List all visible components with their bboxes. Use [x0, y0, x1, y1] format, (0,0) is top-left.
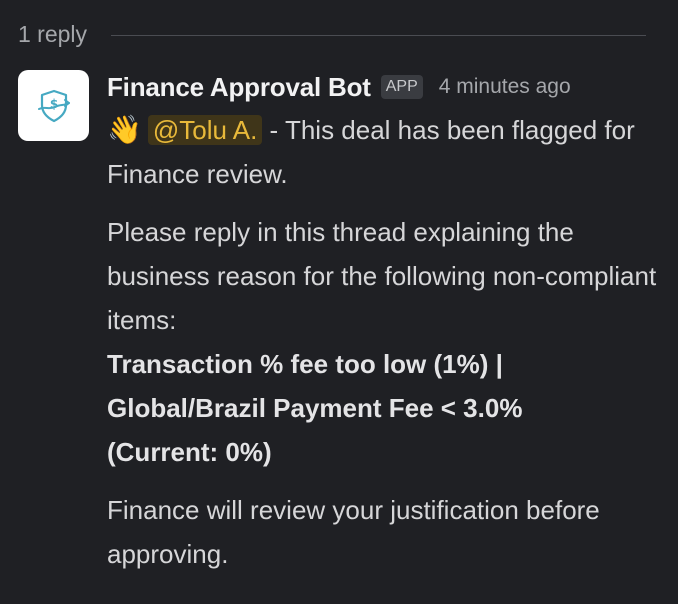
- user-mention[interactable]: @Tolu A.: [147, 115, 263, 145]
- issue-line: (Current: 0%): [107, 437, 272, 467]
- intro-paragraph: 👋 @Tolu A. - This deal has been flagged f…: [107, 108, 659, 196]
- reply-count[interactable]: 1 reply: [18, 21, 87, 48]
- finance-shield-icon: $: [37, 89, 70, 122]
- svg-text:$: $: [49, 97, 57, 111]
- sender-name[interactable]: Finance Approval Bot: [107, 72, 371, 103]
- message-timestamp[interactable]: 4 minutes ago: [439, 75, 571, 99]
- message-header: Finance Approval Bot APP 4 minutes ago: [107, 70, 659, 104]
- divider-line: [111, 34, 646, 36]
- thread-reply-divider: 1 reply: [18, 18, 646, 50]
- closing-paragraph: Finance will review your justification b…: [107, 495, 600, 569]
- request-paragraph: Please reply in this thread explaining t…: [107, 217, 657, 335]
- app-badge: APP: [380, 75, 423, 99]
- bot-avatar[interactable]: $: [18, 70, 89, 141]
- message-content: Finance Approval Bot APP 4 minutes ago 👋…: [107, 70, 659, 576]
- issue-line: Transaction % fee too low (1%) |: [107, 349, 503, 379]
- issue-line: Global/Brazil Payment Fee < 3.0%: [107, 393, 523, 423]
- wave-emoji-icon: 👋: [107, 114, 142, 145]
